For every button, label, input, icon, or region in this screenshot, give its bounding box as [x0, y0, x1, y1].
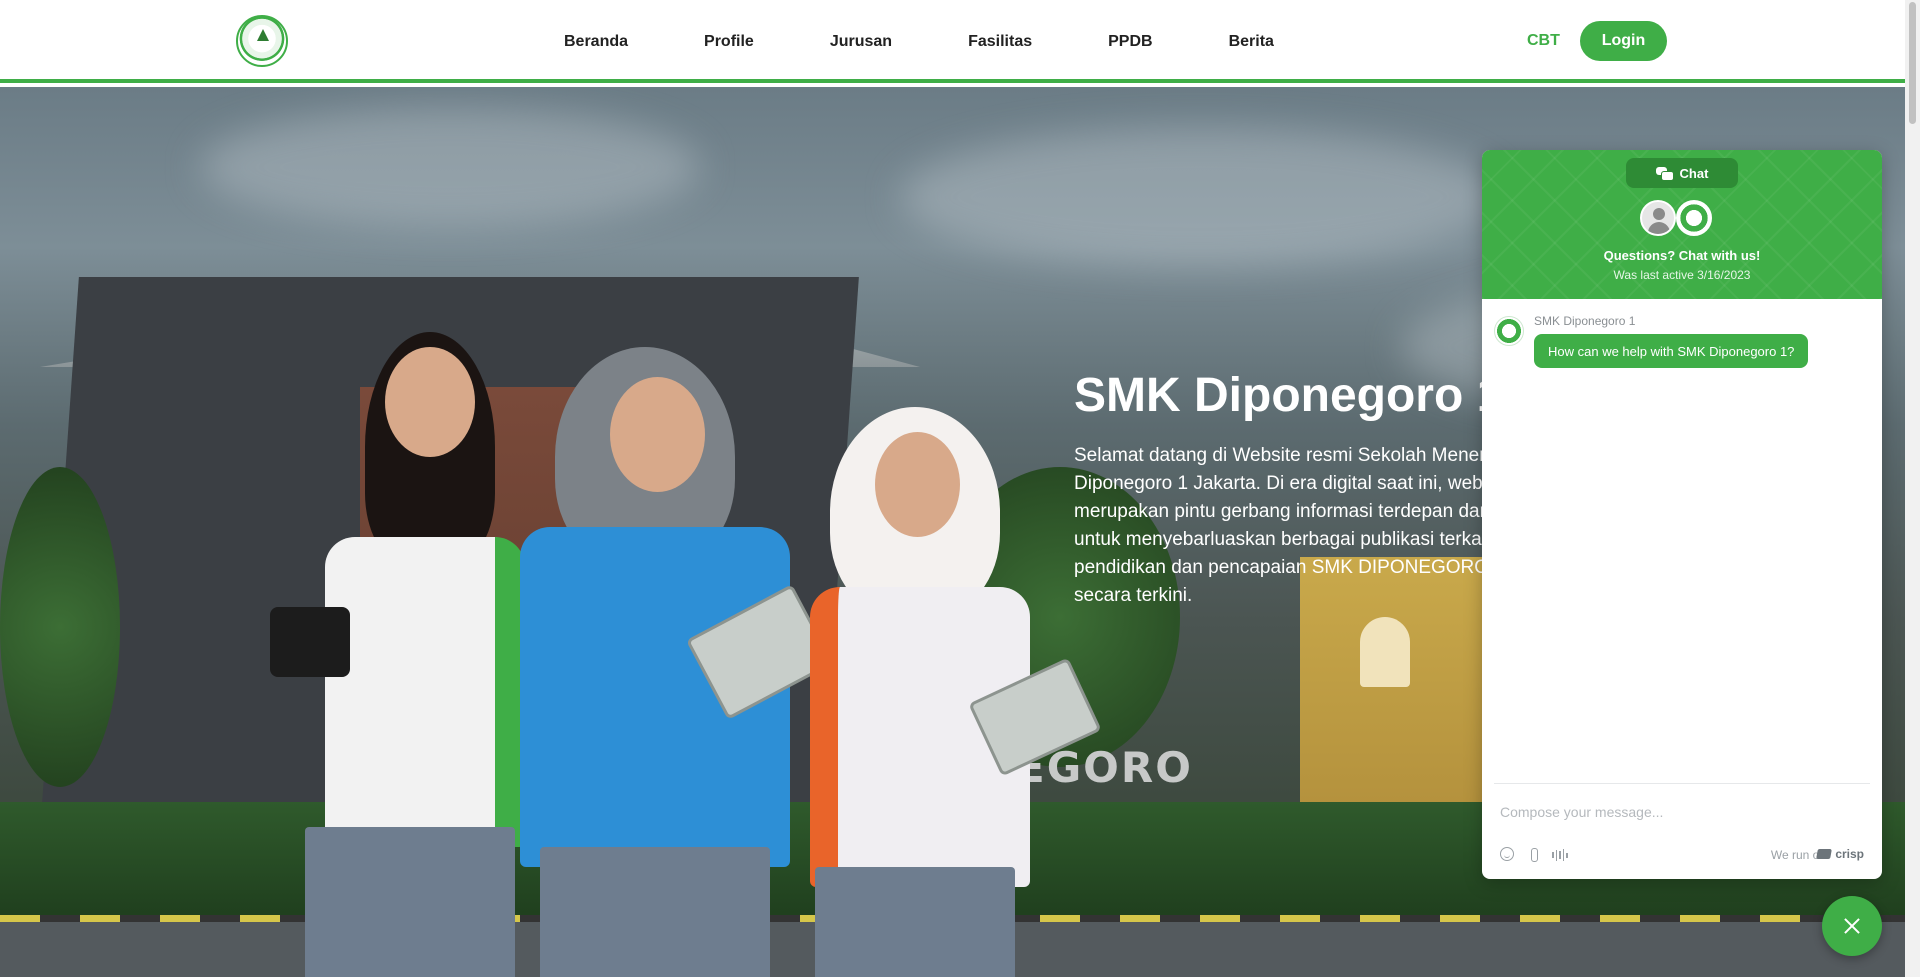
crisp-logo-icon: [1816, 849, 1833, 859]
school-logo[interactable]: [236, 15, 288, 67]
nav-ppdb[interactable]: PPDB: [1108, 33, 1152, 51]
nav-beranda[interactable]: Beranda: [564, 33, 628, 51]
nav-jurusan[interactable]: Jurusan: [830, 33, 892, 51]
crisp-link[interactable]: crisp: [1816, 847, 1864, 861]
gate-window: [1360, 617, 1410, 687]
chat-last-active: Was last active 3/16/2023: [1613, 268, 1751, 282]
audio-icon[interactable]: [1552, 847, 1568, 863]
compose-input[interactable]: [1500, 800, 1860, 824]
sender-name: SMK Diponegoro 1: [1534, 314, 1636, 328]
nav-berita[interactable]: Berita: [1229, 33, 1274, 51]
user-avatar-icon: [1640, 200, 1676, 236]
tree: [0, 467, 120, 787]
operator-avatars: [1638, 198, 1728, 238]
chat-header: Chat Questions? Chat with us! Was last a…: [1482, 150, 1882, 299]
chat-tab[interactable]: Chat: [1626, 158, 1738, 188]
page-scrollbar[interactable]: [1905, 0, 1920, 977]
main-nav: Beranda Profile Jurusan Fasilitas PPDB B…: [540, 0, 1274, 83]
attachment-icon[interactable]: [1526, 847, 1542, 863]
chat-question: Questions? Chat with us!: [1603, 248, 1761, 263]
nav-profile[interactable]: Profile: [704, 33, 754, 51]
chat-close-button[interactable]: [1822, 896, 1882, 956]
school-avatar: [1676, 200, 1712, 236]
divider: [1494, 783, 1870, 784]
cloud: [900, 127, 1500, 267]
login-button[interactable]: Login: [1580, 21, 1667, 61]
sender-avatar: [1494, 316, 1524, 346]
message-bubble: How can we help with SMK Diponegoro 1?: [1534, 334, 1809, 368]
scrollbar-thumb[interactable]: [1909, 2, 1916, 124]
chat-widget: Chat Questions? Chat with us! Was last a…: [1482, 150, 1882, 879]
cloud: [200, 107, 700, 227]
crisp-label: crisp: [1835, 847, 1864, 861]
hero-title: SMK Diponegoro 1: [1074, 369, 1504, 422]
site-header: Beranda Profile Jurusan Fasilitas PPDB B…: [0, 0, 1905, 83]
chat-bubbles-icon: [1655, 167, 1674, 181]
nav-fasilitas[interactable]: Fasilitas: [968, 33, 1032, 51]
cbt-link[interactable]: CBT: [1527, 32, 1560, 50]
emoji-icon[interactable]: [1500, 847, 1514, 861]
chat-tab-label: Chat: [1679, 165, 1709, 181]
